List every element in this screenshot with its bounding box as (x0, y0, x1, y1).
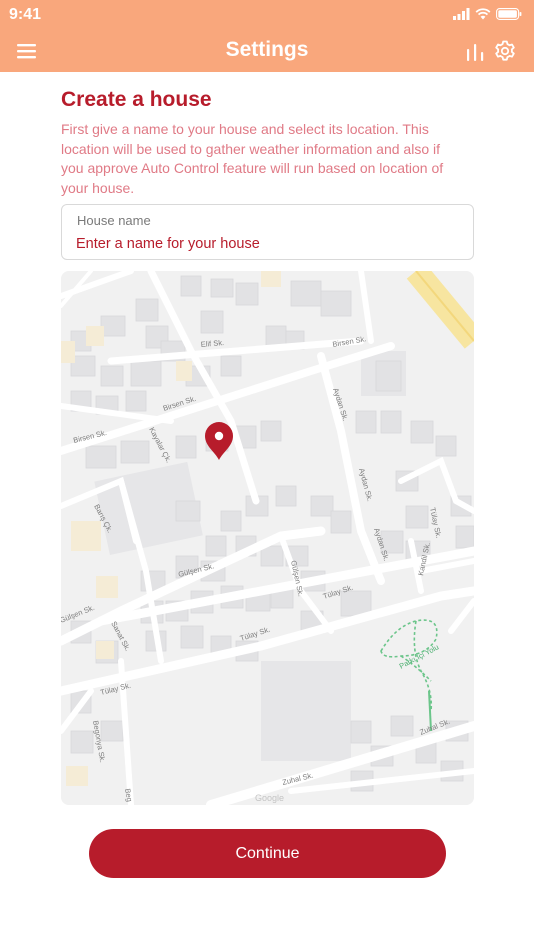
app-bar: Settings (0, 32, 534, 72)
house-name-label: House name (77, 213, 151, 228)
create-house-section: Create a house First give a name to your… (61, 86, 475, 198)
gear-icon (495, 40, 515, 61)
house-name-input[interactable] (76, 233, 456, 255)
section-description: First give a name to your house and sele… (61, 121, 444, 196)
signal-icon (453, 8, 470, 20)
bar-chart-icon (467, 44, 484, 61)
location-map[interactable]: Elif Sk. Birsen Sk. Birsen Sk. Birsen Sk… (61, 271, 474, 805)
status-icons (453, 8, 522, 20)
map-canvas: Elif Sk. Birsen Sk. Birsen Sk. Birsen Sk… (61, 271, 474, 805)
status-time: 9:41 (9, 6, 42, 23)
map-attribution: Google (255, 793, 284, 803)
house-name-field[interactable]: House name (61, 204, 474, 260)
statistics-button[interactable] (464, 41, 486, 63)
status-bar: 9:41 (0, 0, 534, 32)
battery-icon (496, 8, 522, 20)
page-title: Settings (225, 38, 309, 61)
section-heading: Create a house (61, 88, 212, 111)
continue-button[interactable]: Continue (89, 829, 446, 878)
settings-button[interactable] (493, 39, 517, 63)
wifi-icon (475, 8, 491, 20)
